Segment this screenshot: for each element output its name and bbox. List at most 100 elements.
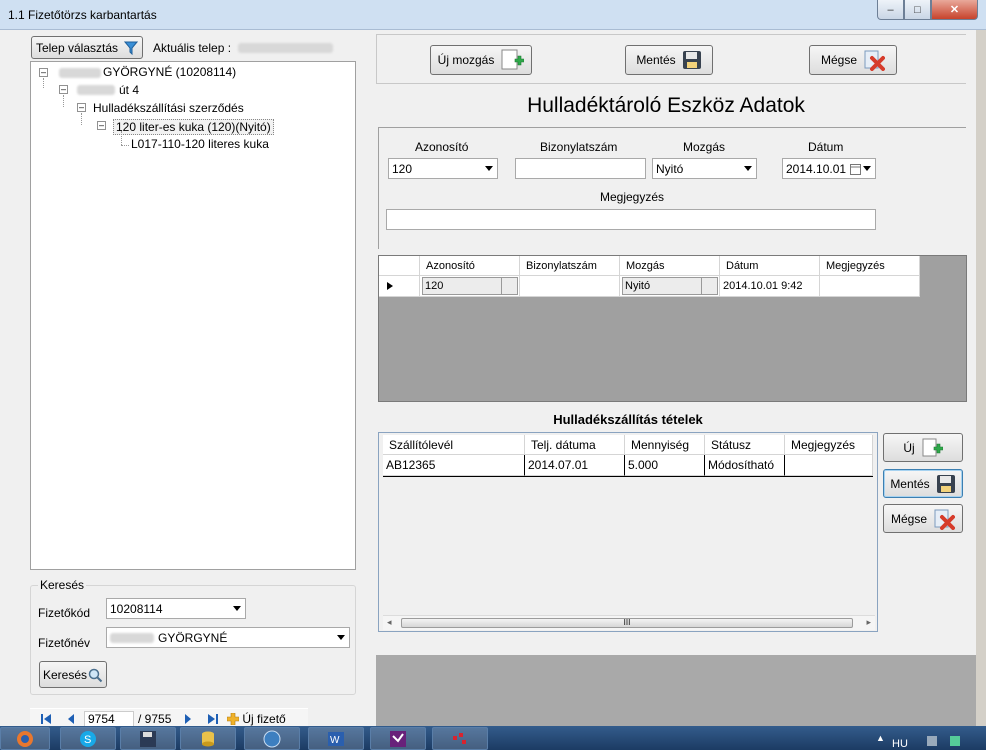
new-move-button[interactable]: Új mozgás [430, 45, 532, 75]
grid1-cell-note[interactable] [820, 276, 920, 297]
grid2-cell-delivery[interactable]: AB12365 [383, 455, 525, 476]
search-button[interactable]: Keresés [39, 661, 107, 688]
visual-studio-icon[interactable] [370, 727, 426, 750]
tray-network-icon[interactable] [950, 736, 960, 746]
maximize-button[interactable]: □ [904, 0, 931, 20]
address-blur [77, 85, 115, 95]
expand-toggle-icon[interactable]: – [59, 85, 68, 94]
side-cancel-button[interactable]: Mégse [883, 504, 963, 533]
payer-name-combo[interactable]: GYÖRGYNÉ [106, 627, 350, 648]
payer-code-combo[interactable]: 10208114 [106, 598, 246, 619]
word-icon[interactable]: W [308, 727, 364, 750]
firefox-icon[interactable] [0, 727, 50, 750]
date-label: Dátum [808, 140, 844, 154]
language-indicator[interactable]: HU [892, 738, 908, 750]
floppy-disk-icon [936, 474, 955, 493]
skype-icon[interactable]: S [60, 727, 116, 750]
id-combo[interactable]: 120 [388, 158, 498, 179]
tree-node-contract[interactable]: Hulladékszállítási szerződés [93, 101, 244, 115]
add-document-icon [922, 438, 943, 456]
dropdown-button[interactable] [701, 277, 717, 295]
side-new-label: Új [903, 440, 915, 455]
cancel-label: Mégse [820, 53, 858, 67]
date-value: 2014.10.01 [786, 161, 847, 176]
dropdown-button[interactable] [501, 277, 517, 295]
payer-name-blur [59, 68, 101, 78]
cancel-button[interactable]: Mégse [809, 45, 897, 75]
doc-number-input[interactable] [515, 158, 646, 179]
moves-grid[interactable]: Azonosító Bizonylatszám Mozgás Dátum Meg… [378, 255, 967, 402]
cancel-document-icon [864, 50, 886, 71]
last-record-icon[interactable] [207, 713, 219, 725]
site-select-button[interactable]: Telep választás [31, 36, 143, 59]
grid2-col-header[interactable]: Szállítólevél [383, 435, 525, 455]
window-right-edge [976, 30, 986, 726]
tree-node-address[interactable]: út 4 [119, 83, 139, 97]
first-record-icon[interactable] [40, 713, 52, 725]
deliveries-grid[interactable]: Szállítólevél Telj. dátuma Mennyiség Stá… [378, 432, 878, 632]
save-button[interactable]: Mentés [625, 45, 713, 75]
tree-node-bin[interactable]: 120 liter-es kuka (120)(Nyitó) [113, 119, 274, 135]
note-input[interactable] [386, 209, 876, 230]
grid1-cell-doc[interactable] [520, 276, 620, 297]
minimize-button[interactable]: – [877, 0, 904, 20]
grid2-cell-date[interactable]: 2014.07.01 [525, 455, 625, 476]
doc-number-label: Bizonylatszám [540, 140, 618, 154]
svg-text:S: S [84, 734, 91, 746]
tray-chevron-icon[interactable]: ▲ [876, 733, 885, 743]
tree-node-item[interactable]: L017-110-120 literes kuka [131, 137, 269, 151]
expand-toggle-icon[interactable]: – [97, 121, 106, 130]
grid1-col-header[interactable]: Mozgás [620, 256, 720, 276]
chevron-down-icon [337, 635, 345, 640]
row-header-corner [379, 256, 420, 276]
window-title: 1.1 Fizetőtörzs karbantartás [8, 8, 157, 22]
deliveries-title: Hulladékszállítás tételek [553, 412, 703, 427]
current-site-label: Aktuális telep : [153, 41, 232, 55]
expand-toggle-icon[interactable]: – [77, 103, 86, 112]
row-selector-icon[interactable] [379, 276, 420, 297]
side-new-button[interactable]: Új [883, 433, 963, 462]
grid1-col-header[interactable]: Megjegyzés [820, 256, 920, 276]
grid2-col-header[interactable]: Megjegyzés [785, 435, 873, 455]
scroll-right-icon[interactable]: ▸ [866, 617, 871, 628]
grid2-col-header[interactable]: Mennyiség [625, 435, 705, 455]
tree-view[interactable]: – GYÖRGYNÉ (10208114) – út 4 – Hulladéks… [30, 61, 356, 570]
save-app-icon[interactable] [120, 727, 176, 750]
side-save-button[interactable]: Mentés [883, 469, 963, 498]
horizontal-scrollbar[interactable]: ◂ III ▸ [383, 615, 875, 630]
grid2-col-header[interactable]: Státusz [705, 435, 785, 455]
globe-icon[interactable] [244, 727, 300, 750]
grid2-cell-note[interactable] [785, 455, 873, 476]
grid1-cell-move[interactable]: Nyitó [620, 276, 720, 297]
date-picker[interactable]: 2014.10.01 [782, 158, 876, 179]
calendar-icon[interactable] [850, 164, 861, 175]
expand-toggle-icon[interactable]: – [39, 68, 48, 77]
filter-icon [124, 41, 139, 55]
database-icon[interactable] [180, 727, 236, 750]
grid2-col-header[interactable]: Telj. dátuma [525, 435, 625, 455]
prev-record-icon[interactable] [66, 713, 76, 725]
move-combo[interactable]: Nyitó [652, 158, 757, 179]
grid1-cell-date[interactable]: 2014.10.01 9:42 [720, 276, 820, 297]
scroll-thumb[interactable]: III [401, 618, 853, 628]
chevron-down-icon [863, 166, 871, 171]
grid2-cell-qty[interactable]: 5.000 [625, 455, 705, 476]
scroll-left-icon[interactable]: ◂ [387, 617, 392, 628]
tray-flag-icon[interactable] [927, 736, 937, 746]
grid1-col-header[interactable]: Bizonylatszám [520, 256, 620, 276]
tree-node-payer[interactable]: GYÖRGYNÉ (10208114) [103, 65, 236, 79]
new-payer-button[interactable]: Új fizető [242, 712, 285, 726]
record-position-input[interactable]: 9754 [84, 710, 134, 727]
next-record-icon[interactable] [183, 713, 193, 725]
grid1-col-header[interactable]: Dátum [720, 256, 820, 276]
grid1-cell-id[interactable]: 120 [420, 276, 520, 297]
grid2-cell-status[interactable]: Módosítható [705, 455, 785, 476]
magnifier-icon [88, 668, 103, 682]
grid1-col-header[interactable]: Azonosító [420, 256, 520, 276]
payer-code-value: 10208114 [110, 601, 163, 616]
status-area [376, 655, 976, 726]
chevron-down-icon [744, 166, 752, 171]
close-button[interactable]: ✕ [931, 0, 978, 20]
chevron-down-icon [485, 166, 493, 171]
app-icon[interactable] [432, 727, 488, 750]
